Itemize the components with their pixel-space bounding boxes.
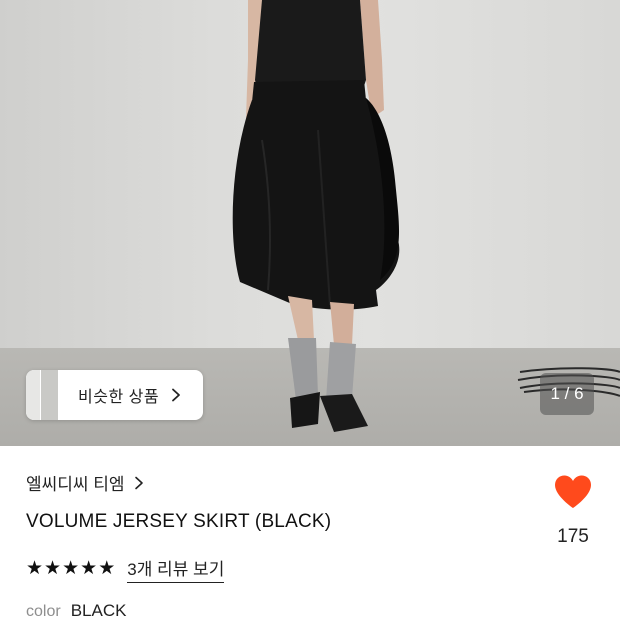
- rating-row: ★ ★ ★ ★ ★ 3개 리뷰 보기: [26, 555, 225, 583]
- product-title: VOLUME JERSEY SKIRT (BLACK): [26, 511, 332, 532]
- similar-products-button[interactable]: 비슷한 상품: [26, 370, 203, 420]
- rating-stars: ★ ★ ★ ★ ★: [26, 559, 116, 579]
- star-icon: ★: [98, 558, 116, 579]
- star-icon: ★: [44, 558, 62, 579]
- star-icon: ★: [26, 558, 44, 579]
- like-count: 175: [557, 526, 589, 547]
- chevron-right-icon: [134, 476, 143, 489]
- chevron-right-icon: [172, 388, 180, 402]
- product-image-gallery[interactable]: 비슷한 상품 1 / 6: [0, 0, 620, 446]
- color-option: color BLACK: [26, 601, 126, 620]
- color-value: BLACK: [70, 601, 127, 620]
- heart-icon: [555, 475, 591, 508]
- like-button[interactable]: 175: [550, 474, 596, 548]
- brand-link[interactable]: 엘씨디씨 티엠: [26, 470, 145, 495]
- similar-products-thumbnails: [26, 370, 58, 420]
- star-icon: ★: [62, 558, 80, 579]
- view-reviews-link[interactable]: 3개 리뷰 보기: [127, 555, 225, 583]
- similar-products-label: 비슷한 상품: [78, 389, 160, 406]
- color-label: color: [26, 603, 61, 620]
- image-page-counter: 1 / 6: [540, 373, 594, 415]
- star-icon: ★: [80, 558, 98, 579]
- brand-name: 엘씨디씨 티엠: [26, 475, 125, 494]
